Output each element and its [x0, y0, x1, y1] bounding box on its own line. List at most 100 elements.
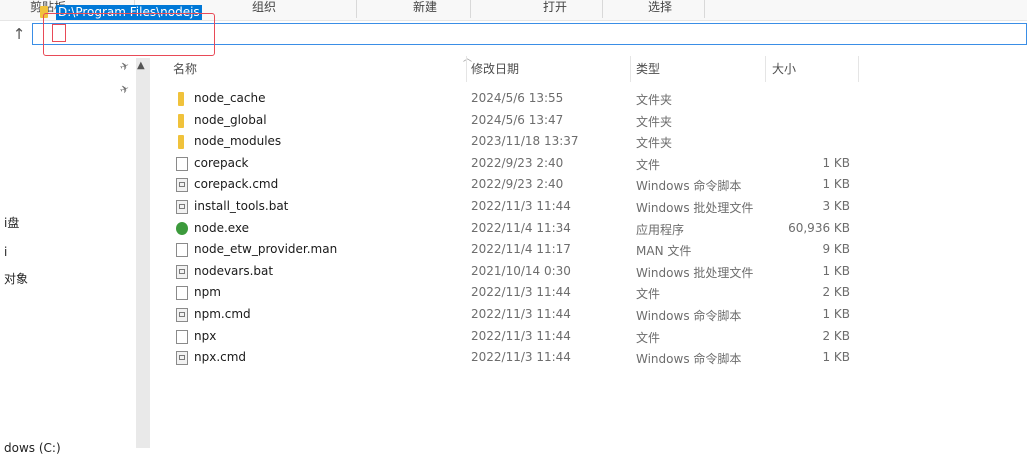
ribbon-divider	[704, 0, 705, 18]
column-date[interactable]: 修改日期	[471, 60, 519, 77]
file-type: Windows 命令脚本	[636, 179, 742, 194]
file-row[interactable]: install_tools.bat 2022/11/3 11:44 Windows …	[150, 196, 1027, 218]
pin-icon[interactable]: ✈	[118, 82, 131, 97]
folder-icon	[178, 135, 184, 150]
column-header: ︿ 名称 修改日期 类型 大小	[150, 52, 1027, 84]
file-name: node_etw_provider.man	[194, 242, 338, 257]
file-date: 2022/11/4 11:17	[471, 242, 571, 257]
file-date: 2022/11/3 11:44	[471, 328, 571, 343]
column-divider[interactable]	[765, 56, 766, 82]
file-row[interactable]: node.exe 2022/11/4 11:34 应用程序 60,936 KB	[150, 218, 1027, 240]
script-icon	[176, 178, 188, 193]
file-row[interactable]: corepack 2022/9/23 2:40 文件 1 KB	[150, 153, 1027, 175]
column-name[interactable]: 名称	[173, 60, 197, 77]
file-size: 1 KB	[822, 350, 850, 365]
file-type: 文件夹	[636, 136, 673, 151]
file-row[interactable]: npm 2022/11/3 11:44 文件 2 KB	[150, 282, 1027, 304]
nav-scrollbar[interactable]	[136, 58, 150, 448]
highlight-box-small	[52, 24, 66, 42]
highlight-box	[43, 13, 215, 56]
ribbon-group-select: 选择	[648, 0, 673, 14]
ribbon-group-organize: 组织	[252, 0, 277, 14]
file-size: 2 KB	[822, 328, 850, 343]
file-icon	[176, 156, 188, 171]
script-icon	[176, 308, 188, 322]
script-icon	[176, 200, 188, 214]
file-row[interactable]: node_modules 2023/11/18 13:37 文件夹	[150, 131, 1027, 153]
file-name: node_cache	[194, 91, 266, 105]
file-type: 应用程序	[636, 222, 685, 237]
column-size[interactable]: 大小	[772, 60, 796, 77]
file-type: Windows 批处理文件	[636, 201, 754, 215]
ribbon-divider	[602, 0, 603, 18]
ribbon-group-open: 打开	[543, 0, 568, 14]
up-arrow-icon[interactable]: ↑	[12, 25, 26, 43]
file-type: 文件	[636, 157, 661, 172]
file-size: 3 KB	[822, 199, 850, 213]
column-divider[interactable]	[630, 56, 631, 82]
ribbon-group-new: 新建	[413, 0, 438, 14]
file-name: corepack.cmd	[194, 177, 279, 192]
file-date: 2022/11/3 11:44	[471, 285, 571, 300]
file-row[interactable]: npx 2022/11/3 11:44 文件 2 KB	[150, 326, 1027, 348]
navigation-pane: ✈ ✈ ▲ i盘 i 对象 dows (C:)	[0, 52, 150, 455]
file-type: 文件夹	[636, 93, 673, 107]
file-date: 2021/10/14 0:30	[471, 263, 571, 278]
file-icon	[176, 286, 188, 301]
script-icon	[176, 351, 188, 366]
file-size: 2 KB	[822, 285, 850, 300]
file-type: 文件夹	[636, 114, 673, 129]
file-date: 2022/11/3 11:44	[471, 307, 571, 321]
file-icon	[176, 243, 188, 258]
file-row[interactable]: npx.cmd 2022/11/3 11:44 Windows 命令脚本 1 KB	[150, 347, 1027, 369]
file-row[interactable]: node_cache 2024/5/6 13:55 文件夹	[150, 88, 1027, 110]
file-date: 2022/9/23 2:40	[471, 177, 564, 192]
file-type: Windows 命令脚本	[636, 309, 742, 323]
file-name: install_tools.bat	[194, 199, 289, 213]
file-size: 1 KB	[822, 307, 850, 321]
file-name: node.exe	[194, 220, 250, 235]
scroll-up-icon[interactable]: ▲	[137, 60, 145, 71]
file-row[interactable]: corepack.cmd 2022/9/23 2:40 Windows 命令脚本 1 …	[150, 174, 1027, 196]
column-divider[interactable]	[466, 56, 467, 82]
file-date: 2023/11/18 13:37	[471, 134, 579, 149]
file-date: 2022/9/23 2:40	[471, 155, 564, 170]
column-divider[interactable]	[858, 56, 859, 82]
node-exe-icon	[176, 221, 188, 235]
file-name: npx.cmd	[194, 350, 247, 365]
file-type: Windows 批处理文件	[636, 265, 754, 280]
file-name: corepack	[194, 155, 249, 170]
column-type[interactable]: 类型	[636, 60, 660, 77]
file-date: 2024/5/6 13:47	[471, 112, 564, 127]
file-row[interactable]: nodevars.bat 2021/10/14 0:30 Windows 批处理文件…	[150, 261, 1027, 283]
file-icon	[176, 329, 188, 344]
file-row[interactable]: node_etw_provider.man 2022/11/4 11:17 MAN …	[150, 239, 1027, 261]
folder-icon	[178, 113, 184, 128]
file-name: node_modules	[194, 134, 282, 149]
file-type: MAN 文件	[636, 244, 692, 259]
nav-item-disk[interactable]: i盘	[4, 214, 19, 231]
file-row[interactable]: npm.cmd 2022/11/3 11:44 Windows 命令脚本 1 KB	[150, 304, 1027, 326]
file-date: 2022/11/4 11:34	[471, 220, 571, 235]
nav-item-windows-c[interactable]: dows (C:)	[4, 441, 61, 455]
file-name: nodevars.bat	[194, 263, 274, 278]
file-name: npx	[194, 328, 217, 343]
file-size: 60,936 KB	[788, 220, 850, 235]
file-size: 1 KB	[822, 155, 850, 170]
file-size: 9 KB	[822, 242, 850, 257]
nav-item-objects[interactable]: 对象	[4, 270, 28, 287]
file-date: 2022/11/3 11:44	[471, 350, 571, 365]
file-size: 1 KB	[822, 177, 850, 192]
ribbon-divider	[356, 0, 357, 18]
script-icon	[176, 264, 188, 279]
nav-item-i[interactable]: i	[4, 245, 7, 259]
file-row[interactable]: node_global 2024/5/6 13:47 文件夹	[150, 110, 1027, 132]
pin-icon[interactable]: ✈	[118, 59, 131, 74]
file-type: Windows 命令脚本	[636, 352, 742, 367]
file-name: npm.cmd	[194, 307, 251, 321]
file-type: 文件	[636, 287, 661, 302]
file-name: npm	[194, 285, 221, 300]
folder-icon	[178, 92, 184, 106]
file-date: 2022/11/3 11:44	[471, 199, 571, 213]
ribbon-divider	[470, 0, 471, 18]
